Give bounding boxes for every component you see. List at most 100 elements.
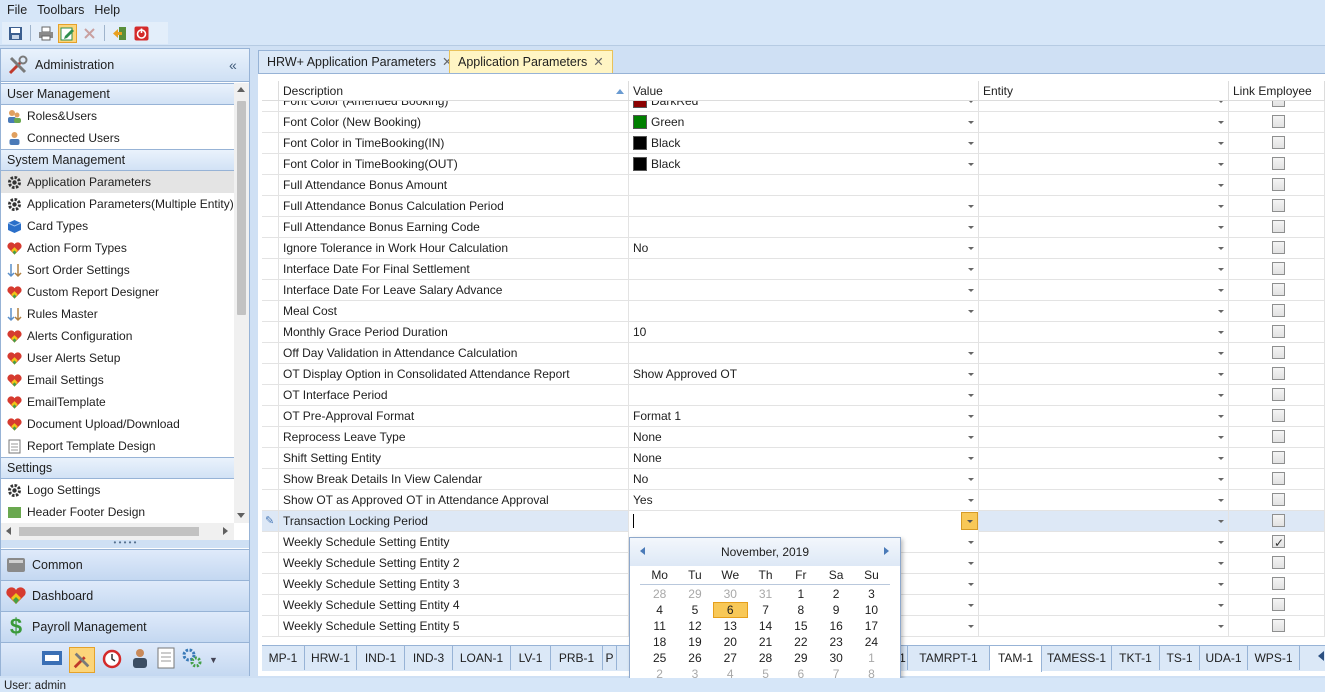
cell-description[interactable]: OT Interface Period: [279, 385, 629, 406]
table-row[interactable]: Monthly Grace Period Duration 10: [262, 322, 1325, 343]
cell-entity[interactable]: [979, 175, 1229, 196]
cell-entity[interactable]: [979, 595, 1229, 616]
cell-value[interactable]: None: [629, 448, 979, 469]
menu-toolbars[interactable]: Toolbars: [32, 0, 89, 20]
module-tab-ind-3[interactable]: IND-3: [405, 646, 453, 670]
link-employee-checkbox[interactable]: [1272, 325, 1285, 338]
module-tab-tamess-1[interactable]: TAMESS-1: [1042, 646, 1112, 670]
chevron-down-icon[interactable]: [1218, 163, 1224, 166]
nav-item-document-upload-download[interactable]: Document Upload/Download: [1, 413, 234, 435]
cell-description[interactable]: Show OT as Approved OT in Attendance App…: [279, 490, 629, 511]
module-tab-uda-1[interactable]: UDA-1: [1200, 646, 1248, 670]
chevron-down-icon[interactable]: [1218, 478, 1224, 481]
table-row[interactable]: OT Interface Period: [262, 385, 1325, 406]
cell-entity[interactable]: [979, 553, 1229, 574]
calendar-day[interactable]: 19: [677, 634, 712, 650]
table-row[interactable]: Full Attendance Bonus Amount: [262, 175, 1325, 196]
chevron-down-icon[interactable]: [968, 373, 974, 376]
chevron-down-icon[interactable]: [1218, 352, 1224, 355]
column-header-link-employee[interactable]: Link Employee: [1229, 81, 1325, 100]
cell-entity[interactable]: [979, 322, 1229, 343]
nav-vertical-scrollbar[interactable]: [234, 83, 249, 523]
calendar-day[interactable]: 3: [854, 586, 889, 602]
chevron-down-icon[interactable]: [968, 625, 974, 628]
chevron-down-icon[interactable]: [968, 562, 974, 565]
cell-entity[interactable]: [979, 259, 1229, 280]
cell-description[interactable]: Full Attendance Bonus Amount: [279, 175, 629, 196]
delete-icon[interactable]: [80, 24, 99, 43]
chevron-down-icon[interactable]: [968, 142, 974, 145]
cell-entity[interactable]: [979, 154, 1229, 175]
calendar-day-today[interactable]: 6: [712, 602, 748, 618]
calendar-day[interactable]: 18: [642, 634, 677, 650]
cell-value[interactable]: Yes: [629, 490, 979, 511]
link-employee-checkbox[interactable]: [1272, 346, 1285, 359]
table-row[interactable]: Font Color (Amended Booking) DarkRed: [262, 101, 1325, 112]
cell-description[interactable]: Font Color (New Booking): [279, 112, 629, 133]
calendar-day[interactable]: 16: [818, 618, 853, 634]
chevron-down-icon[interactable]: [1218, 604, 1224, 607]
nav-item-sort-order-settings[interactable]: Sort Order Settings: [1, 259, 234, 281]
cell-value[interactable]: [629, 385, 979, 406]
table-row[interactable]: Show Break Details In View Calendar No: [262, 469, 1325, 490]
calendar-day[interactable]: 29: [783, 650, 818, 666]
chevron-down-icon[interactable]: [1218, 394, 1224, 397]
calendar-day[interactable]: 25: [642, 650, 677, 666]
edit-icon[interactable]: [58, 23, 77, 43]
cell-description[interactable]: Font Color in TimeBooking(OUT): [279, 154, 629, 175]
cell-description[interactable]: Off Day Validation in Attendance Calcula…: [279, 343, 629, 364]
alarm-clock-icon[interactable]: [101, 647, 123, 672]
column-header-description[interactable]: Description: [279, 81, 629, 100]
link-employee-checkbox[interactable]: [1272, 304, 1285, 317]
calendar-day[interactable]: 28: [642, 586, 677, 602]
table-row[interactable]: Full Attendance Bonus Earning Code: [262, 217, 1325, 238]
calendar-day[interactable]: 30: [713, 586, 748, 602]
table-row[interactable]: Shift Setting Entity None: [262, 448, 1325, 469]
link-employee-checkbox[interactable]: [1272, 178, 1285, 191]
cell-value[interactable]: [629, 259, 979, 280]
table-row[interactable]: OT Pre-Approval Format Format 1: [262, 406, 1325, 427]
module-tab-tamrpt-1[interactable]: TAMRPT-1: [908, 646, 990, 670]
link-employee-checkbox[interactable]: [1272, 430, 1285, 443]
calendar-day[interactable]: 5: [677, 602, 712, 618]
link-employee-checkbox[interactable]: [1272, 388, 1285, 401]
workspace-payroll-management[interactable]: $ Payroll Management: [1, 611, 249, 642]
link-employee-checkbox[interactable]: [1272, 367, 1285, 380]
chevron-down-icon[interactable]: ▼: [209, 655, 218, 665]
exit-icon[interactable]: [110, 24, 129, 43]
cell-entity[interactable]: [979, 490, 1229, 511]
cell-value[interactable]: [629, 301, 979, 322]
cell-description[interactable]: OT Pre-Approval Format: [279, 406, 629, 427]
cell-description[interactable]: Font Color in TimeBooking(IN): [279, 133, 629, 154]
cell-description[interactable]: Weekly Schedule Setting Entity 4: [279, 595, 629, 616]
chevron-down-icon[interactable]: [1218, 331, 1224, 334]
dropdown-button[interactable]: [961, 512, 978, 530]
module-app-icon[interactable]: [41, 649, 63, 670]
module-tab-p[interactable]: P: [603, 646, 617, 670]
link-employee-checkbox[interactable]: [1272, 598, 1285, 611]
link-employee-checkbox[interactable]: [1272, 115, 1285, 128]
link-employee-checkbox[interactable]: [1272, 533, 1285, 553]
calendar-day[interactable]: 26: [677, 650, 712, 666]
chevron-down-icon[interactable]: [968, 310, 974, 313]
chevron-down-icon[interactable]: [1218, 142, 1224, 145]
chevron-down-icon[interactable]: [968, 247, 974, 250]
scroll-right-icon[interactable]: [223, 527, 228, 535]
cell-value[interactable]: [629, 196, 979, 217]
group-settings[interactable]: Settings: [1, 457, 234, 479]
module-tab-lv-1[interactable]: LV-1: [511, 646, 551, 670]
cell-entity[interactable]: [979, 217, 1229, 238]
chevron-down-icon[interactable]: [1218, 184, 1224, 187]
cell-description[interactable]: Full Attendance Bonus Calculation Period: [279, 196, 629, 217]
calendar-day[interactable]: 11: [642, 618, 677, 634]
table-row[interactable]: Meal Cost: [262, 301, 1325, 322]
nav-item-application-parameters[interactable]: Application Parameters: [1, 171, 234, 193]
chevron-down-icon[interactable]: [968, 604, 974, 607]
link-employee-checkbox[interactable]: [1272, 220, 1285, 233]
next-month-icon[interactable]: [884, 547, 889, 555]
table-row[interactable]: Font Color (New Booking) Green: [262, 112, 1325, 133]
link-employee-checkbox[interactable]: [1272, 157, 1285, 170]
cell-value[interactable]: Black: [629, 154, 979, 175]
cell-entity[interactable]: [979, 385, 1229, 406]
chevron-down-icon[interactable]: [968, 436, 974, 439]
